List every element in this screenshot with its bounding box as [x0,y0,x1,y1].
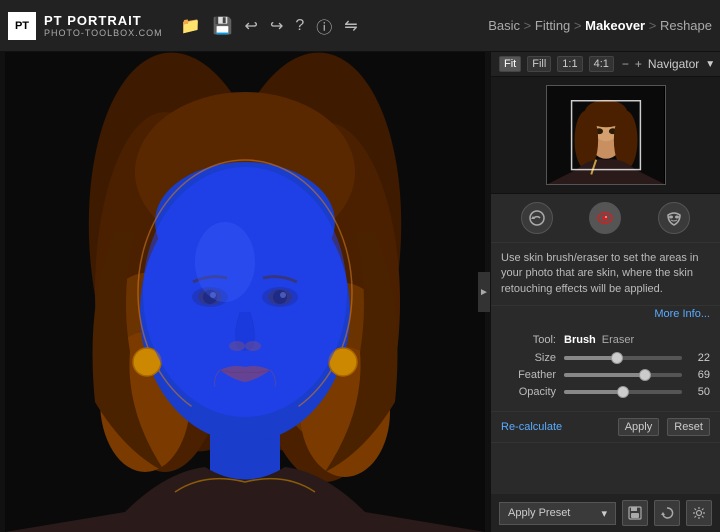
folder-icon[interactable]: 📁 [179,14,203,38]
undo-circle-icon [528,209,546,227]
preset-dropdown-arrow: ▾ [601,507,607,520]
info-icon[interactable]: ⓘ [314,12,334,40]
feather-slider-row: Feather 69 [501,369,710,381]
opacity-slider-thumb[interactable] [617,386,629,398]
description-text: Use skin brush/eraser to set the areas i… [501,252,698,295]
topbar: PT PT PORTRAIT PHOTO-TOOLBOX.COM 📁 💾 ↩ ↪… [0,0,720,52]
tool-type-row: Tool: Brush Eraser [501,334,710,346]
reset-btn[interactable]: Reset [667,418,710,436]
tool-controls: Tool: Brush Eraser Size 22 Feather [491,326,720,412]
size-label: Size [501,352,556,364]
reload-preset-btn[interactable] [654,500,680,526]
eye-red-btn[interactable] [589,202,621,234]
eraser-btn[interactable]: Eraser [602,334,634,346]
mask-btn[interactable] [658,202,690,234]
main-area: ► Fit Fill 1:1 4:1 − + Navigator ▼ [0,52,720,532]
nav-thumbnail-area [491,77,720,194]
image-panel: ► [0,52,490,532]
preset-dropdown[interactable]: Apply Preset ▾ [499,502,616,525]
logo-subtitle: PHOTO-TOOLBOX.COM [44,28,163,38]
description-area: Use skin brush/eraser to set the areas i… [491,243,720,306]
more-info-link[interactable]: More Info... [491,306,720,326]
breadcrumb-fitting[interactable]: Fitting [535,18,570,33]
redo-icon[interactable]: ↪ [268,14,285,38]
preset-label: Apply Preset [508,507,570,519]
right-panel: Fit Fill 1:1 4:1 − + Navigator ▼ [490,52,720,532]
opacity-slider-row: Opacity 50 [501,386,710,398]
save-icon[interactable]: 💾 [211,14,235,38]
undo-icon[interactable]: ↩ [243,14,260,38]
brush-btn[interactable]: Brush [564,334,596,346]
zoom-decrease[interactable]: − [622,57,629,71]
breadcrumb-basic[interactable]: Basic [488,18,520,33]
nav-header: Fit Fill 1:1 4:1 − + Navigator ▼ [491,52,720,77]
navigator-label: Navigator [648,57,699,71]
breadcrumb: Basic > Fitting > Makeover > Reshape [488,18,712,33]
feather-slider-thumb[interactable] [639,369,651,381]
portrait-canvas[interactable] [5,52,485,532]
breadcrumb-makeover[interactable]: Makeover [585,18,645,33]
size-slider-track[interactable] [564,356,682,360]
recalculate-link[interactable]: Re-calculate [501,421,562,433]
navigator-dropdown-icon[interactable]: ▼ [705,59,715,70]
size-slider-row: Size 22 [501,352,710,364]
logo-text: PT PORTRAIT PHOTO-TOOLBOX.COM [44,13,163,38]
apply-btn[interactable]: Apply [618,418,660,436]
opacity-slider-fill [564,390,623,394]
nav-thumbnail[interactable] [546,85,666,185]
save-preset-btn[interactable] [622,500,648,526]
nav-4to1-btn[interactable]: 4:1 [589,56,614,72]
gear-icon [692,506,706,520]
undo-tool-btn[interactable] [521,202,553,234]
nav-fill-btn[interactable]: Fill [527,56,551,72]
preset-bar: Apply Preset ▾ [491,494,720,532]
feather-slider-fill [564,373,645,377]
logo-box: PT [8,12,36,40]
help-icon[interactable]: ? [293,15,306,37]
settings-icon[interactable]: ⇋ [342,14,359,38]
logo-area: PT PT PORTRAIT PHOTO-TOOLBOX.COM [8,12,163,40]
save-preset-icon [628,506,642,520]
eye-red-icon [596,209,614,227]
feather-value: 69 [690,369,710,381]
feather-slider-track[interactable] [564,373,682,377]
opacity-label: Opacity [501,386,556,398]
size-slider-fill [564,356,617,360]
mask-icon [665,209,683,227]
recalc-row: Re-calculate Apply Reset [491,412,720,443]
opacity-slider-track[interactable] [564,390,682,394]
size-value: 22 [690,352,710,364]
zoom-increase[interactable]: + [635,57,642,71]
logo-initials: PT [15,20,29,32]
toolbar-icons: 📁 💾 ↩ ↪ ? ⓘ ⇋ [179,12,360,40]
tool-icons-row [491,194,720,243]
logo-title: PT PORTRAIT [44,13,163,28]
collapse-panel-arrow[interactable]: ► [478,272,490,312]
opacity-value: 50 [690,386,710,398]
nav-thumbnail-image [547,86,665,184]
breadcrumb-reshape[interactable]: Reshape [660,18,712,33]
tool-label: Tool: [501,334,556,346]
brush-eraser-group: Brush Eraser [564,334,634,346]
portrait-svg [5,52,485,532]
gear-preset-btn[interactable] [686,500,712,526]
feather-label: Feather [501,369,556,381]
size-slider-thumb[interactable] [611,352,623,364]
reload-icon [660,506,674,520]
nav-1to1-btn[interactable]: 1:1 [557,56,582,72]
nav-fit-btn[interactable]: Fit [499,56,521,72]
